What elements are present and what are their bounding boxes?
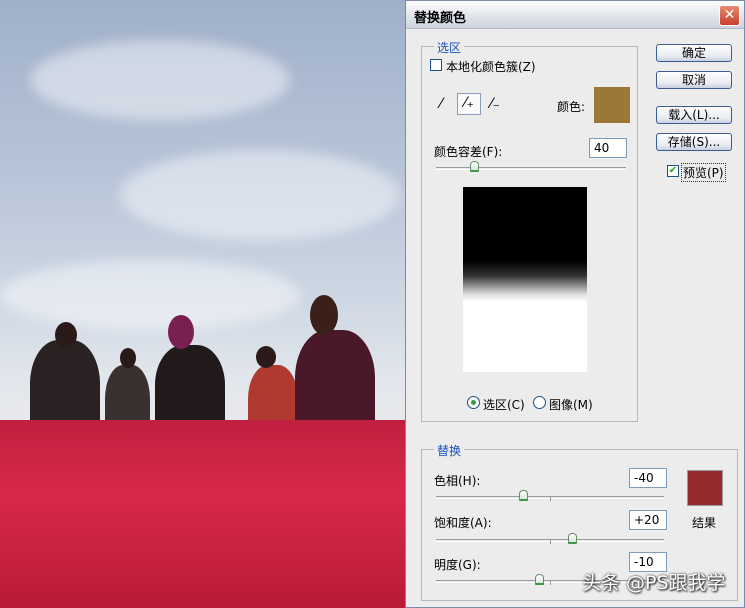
selection-color-swatch[interactable] bbox=[594, 87, 630, 123]
replace-color-dialog: 替换颜色 ✕ 选区 本地化颜色簇(Z) ⁄ ⁄₊ ⁄₋ 颜色: 颜色容差(F):… bbox=[405, 0, 745, 608]
lightness-center-tick bbox=[550, 581, 551, 585]
saturation-input[interactable]: +20 bbox=[629, 510, 667, 530]
selection-legend: 选区 bbox=[434, 39, 465, 56]
lightness-slider-thumb[interactable] bbox=[535, 574, 544, 585]
replacement-legend: 替换 bbox=[434, 442, 465, 459]
hue-slider-thumb[interactable] bbox=[519, 490, 528, 501]
fuzziness-slider-thumb[interactable] bbox=[470, 161, 479, 172]
hue-input[interactable]: -40 bbox=[629, 468, 667, 488]
photo-canvas bbox=[0, 0, 407, 608]
fuzziness-label: 颜色容差(F): bbox=[434, 145, 503, 159]
save-button[interactable]: 存储(S)... bbox=[656, 133, 732, 151]
color-label: 颜色: bbox=[557, 100, 586, 114]
localized-clusters-checkbox[interactable] bbox=[430, 59, 442, 71]
localized-clusters-label[interactable]: 本地化颜色簇(Z) bbox=[446, 58, 536, 75]
hue-label: 色相(H): bbox=[434, 474, 481, 488]
view-image-label[interactable]: 图像(M) bbox=[549, 396, 593, 413]
preview-label[interactable]: 预览(P) bbox=[681, 163, 726, 182]
close-button[interactable]: ✕ bbox=[719, 5, 740, 26]
fuzziness-input[interactable]: 40 bbox=[589, 138, 627, 158]
view-image-radio[interactable] bbox=[533, 396, 546, 409]
view-selection-label[interactable]: 选区(C) bbox=[483, 396, 525, 413]
preview-checkbox[interactable]: ✔ bbox=[667, 165, 679, 177]
fuzziness-slider-track[interactable] bbox=[436, 167, 626, 170]
saturation-center-tick bbox=[550, 540, 551, 544]
view-selection-radio[interactable] bbox=[467, 396, 480, 409]
saturation-label: 饱和度(A): bbox=[434, 516, 492, 530]
result-color-swatch[interactable] bbox=[687, 470, 723, 506]
red-grass bbox=[0, 420, 407, 608]
load-button[interactable]: 载入(L)... bbox=[656, 106, 732, 124]
title-bar[interactable]: 替换颜色 ✕ bbox=[406, 1, 744, 29]
watermark: 头条 @PS跟我学 bbox=[582, 572, 726, 594]
eyedropper-plus-icon[interactable]: ⁄₊ bbox=[457, 93, 481, 115]
hue-center-tick bbox=[550, 497, 551, 501]
eyedropper-icon[interactable]: ⁄ bbox=[432, 95, 450, 113]
lightness-label: 明度(G): bbox=[434, 558, 481, 572]
selection-mask-preview bbox=[463, 187, 587, 372]
dialog-title: 替换颜色 bbox=[414, 11, 467, 26]
cancel-button[interactable]: 取消 bbox=[656, 71, 732, 89]
ok-button[interactable]: 确定 bbox=[656, 44, 732, 62]
result-label: 结果 bbox=[692, 516, 717, 530]
saturation-slider-thumb[interactable] bbox=[568, 533, 577, 544]
selection-group: 选区 本地化颜色簇(Z) ⁄ ⁄₊ ⁄₋ 颜色: 颜色容差(F): 40 选区(… bbox=[421, 39, 638, 422]
eyedropper-minus-icon[interactable]: ⁄₋ bbox=[486, 95, 504, 113]
